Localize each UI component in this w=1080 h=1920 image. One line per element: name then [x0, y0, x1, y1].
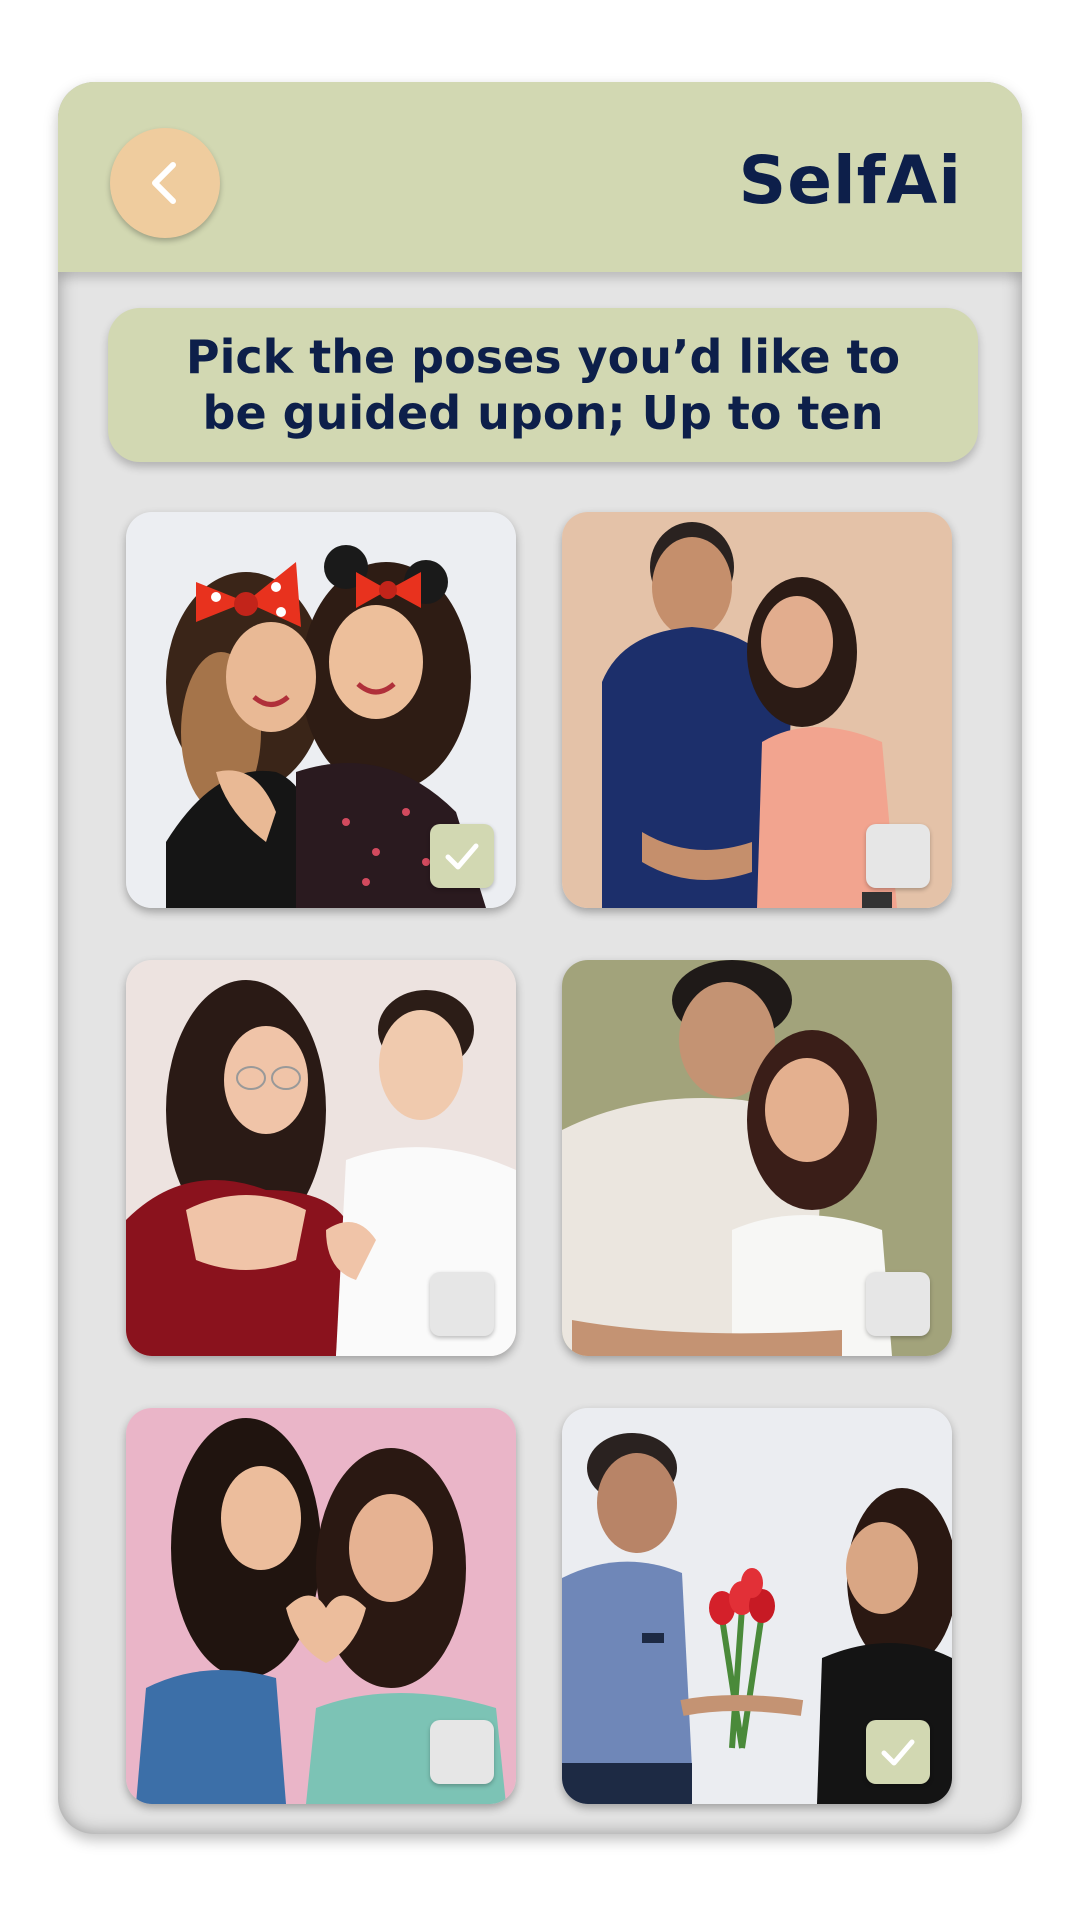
pose-card-2[interactable] — [562, 512, 952, 908]
pose-checkbox-2[interactable] — [866, 824, 930, 888]
chevron-left-icon — [152, 162, 176, 204]
pose-card-6[interactable] — [562, 1408, 952, 1804]
back-button[interactable] — [110, 128, 220, 238]
instruction-line-2: be guided upon; Up to ten — [202, 386, 884, 440]
pose-checkbox-5[interactable] — [430, 1720, 494, 1784]
pose-card-1[interactable] — [126, 512, 516, 908]
pose-checkbox-3[interactable] — [430, 1272, 494, 1336]
app-screen: SelfAi Pick the poses you’d like to be g… — [58, 82, 1022, 1834]
pose-card-5[interactable] — [126, 1408, 516, 1804]
checkmark-icon — [445, 843, 479, 870]
pose-checkbox-4[interactable] — [866, 1272, 930, 1336]
instruction-banner: Pick the poses you’d like to be guided u… — [108, 308, 978, 462]
checkmark-icon — [881, 1739, 915, 1766]
header-bar: SelfAi — [58, 82, 1022, 272]
instruction-text: Pick the poses you’d like to be guided u… — [163, 329, 923, 441]
instruction-line-1: Pick the poses you’d like to — [185, 330, 901, 384]
app-title: SelfAi — [738, 142, 962, 219]
pose-checkbox-1[interactable] — [430, 824, 494, 888]
pose-checkbox-6[interactable] — [866, 1720, 930, 1784]
pose-card-3[interactable] — [126, 960, 516, 1356]
pose-card-4[interactable] — [562, 960, 952, 1356]
